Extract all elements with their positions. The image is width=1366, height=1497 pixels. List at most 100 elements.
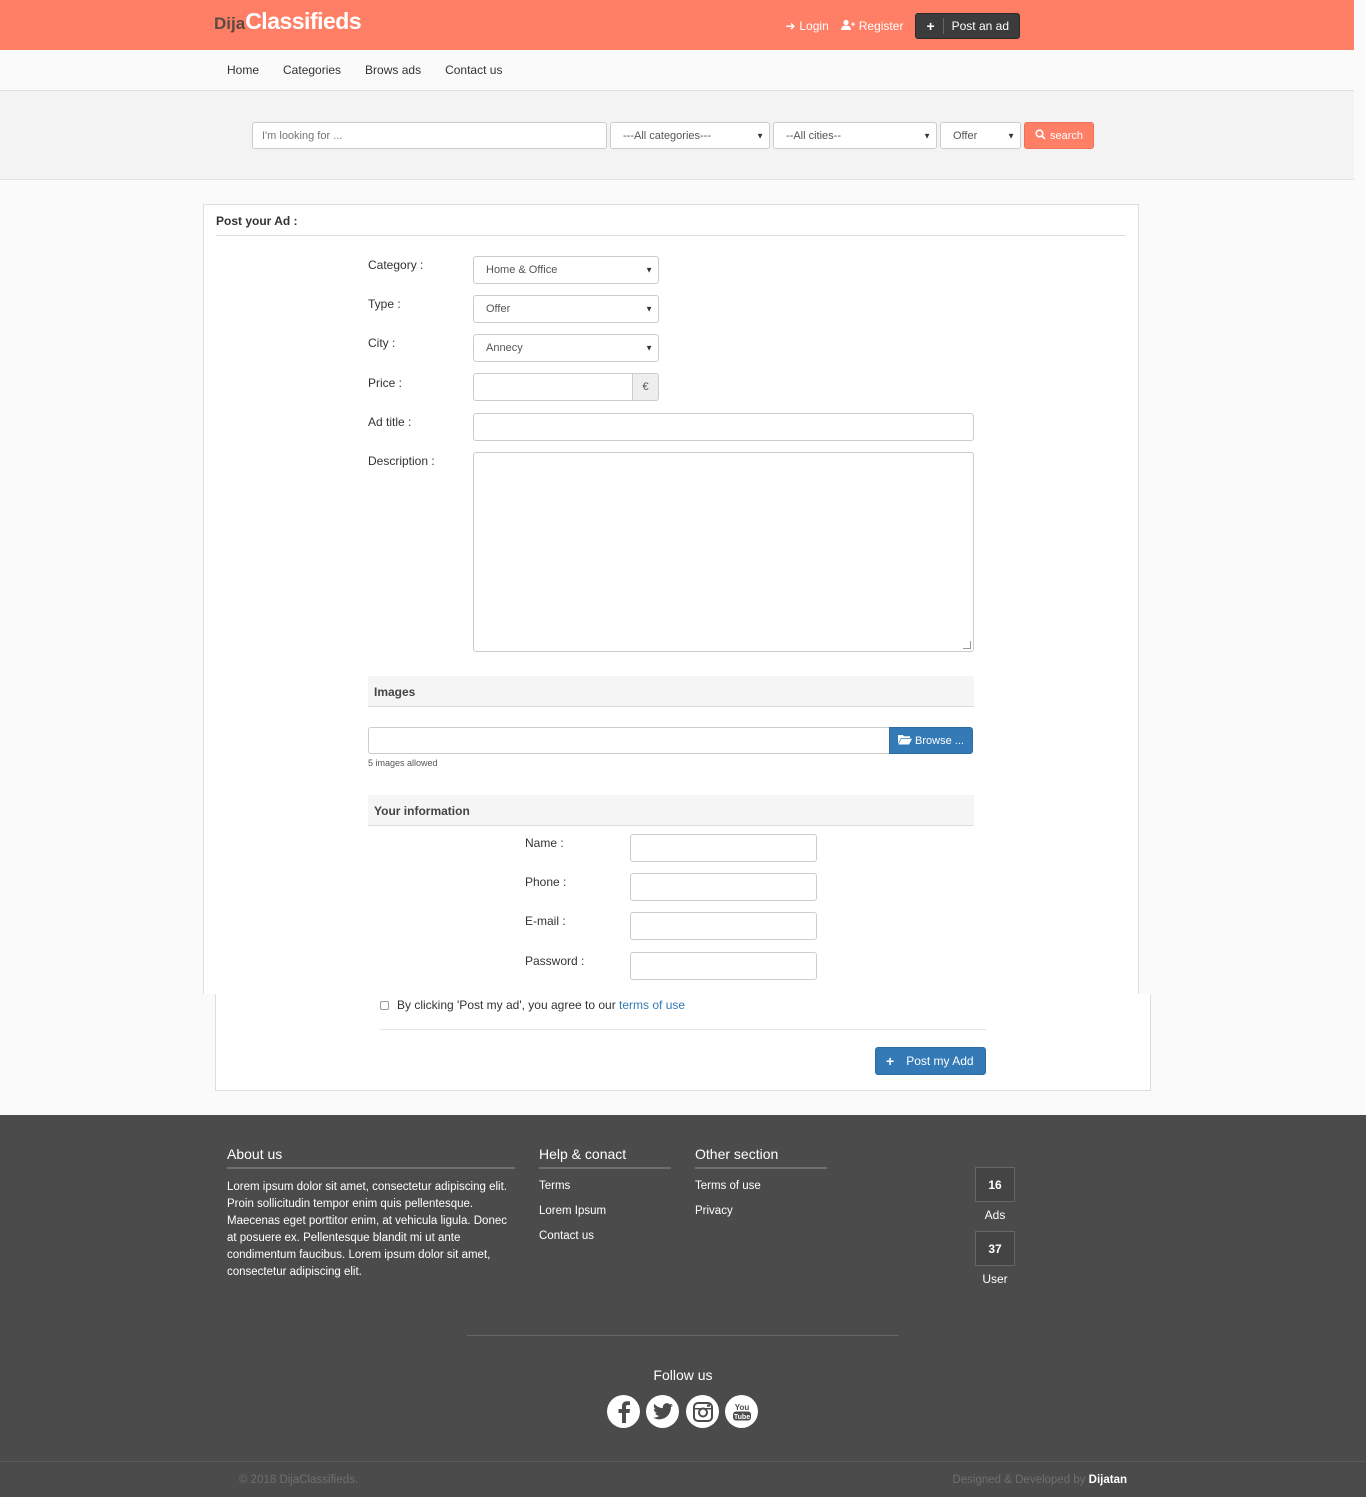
browse-label: Browse ... [915, 734, 964, 747]
chevron-down-icon: ▼ [1007, 131, 1015, 140]
search-icon [1035, 128, 1046, 143]
ad-title-input[interactable] [473, 413, 974, 441]
about-text: Lorem ipsum dolor sit amet, consectetur … [227, 1181, 507, 1278]
resize-handle-icon[interactable] [963, 641, 971, 649]
chevron-down-icon: ▼ [645, 265, 653, 275]
divider [380, 1029, 986, 1030]
nav-home[interactable]: Home [215, 63, 271, 77]
email-input[interactable] [630, 912, 817, 940]
twitter-icon[interactable] [646, 1395, 679, 1428]
panel-title: Post your Ad : [216, 214, 298, 228]
city-filter-select[interactable]: --All cities-- ▼ [773, 122, 937, 149]
post-ad-button[interactable]: + Post an ad [915, 13, 1020, 39]
post-my-add-label: Post my Add [906, 1054, 974, 1068]
type-filter-value: Offer [953, 129, 978, 142]
type-select-value: Offer [486, 303, 511, 315]
category-filter-select[interactable]: ---All categories--- ▼ [610, 122, 770, 149]
name-input[interactable] [630, 834, 817, 862]
nav-contact-us[interactable]: Contact us [433, 63, 514, 77]
chevron-down-icon: ▼ [645, 304, 653, 314]
search-button[interactable]: search [1024, 122, 1095, 149]
follow-us-heading: Follow us [653, 1367, 713, 1383]
terms-checkbox[interactable] [380, 1000, 389, 1010]
register-label: Register [858, 19, 904, 33]
plus-icon: + [886, 1053, 895, 1069]
browse-button[interactable]: Browse ... [889, 727, 973, 754]
price-input[interactable] [473, 373, 633, 401]
post-ad-label: Post an ad [951, 19, 1009, 33]
designer-link[interactable]: Dijatan [1089, 1474, 1127, 1486]
youtube-icon[interactable]: You Tube [725, 1395, 758, 1428]
agree-text-wrap: By clicking 'Post my ad', you agree to o… [397, 998, 685, 1012]
help-title: Help & conact [539, 1146, 671, 1169]
brand-logo[interactable]: DijaClassifieds [214, 8, 362, 35]
brand-part1: Dija [214, 14, 246, 33]
chevron-down-icon: ▼ [923, 131, 931, 140]
svg-text:You: You [734, 1403, 749, 1412]
type-filter-select[interactable]: Offer ▼ [940, 122, 1021, 149]
images-help-text: 5 images allowed [368, 758, 438, 768]
type-select[interactable]: Offer ▼ [473, 295, 659, 323]
login-link[interactable]: ➜ Login [785, 19, 828, 33]
info-section-header: Your information [368, 795, 974, 826]
users-label: User [982, 1272, 1008, 1286]
plus-icon: + [926, 18, 944, 34]
footer-link-terms[interactable]: Terms [539, 1180, 570, 1192]
category-select-value: Home & Office [486, 264, 558, 276]
svg-text:Tube: Tube [733, 1414, 749, 1421]
nav-categories[interactable]: Categories [271, 63, 353, 77]
description-label: Description : [368, 454, 435, 468]
password-input[interactable] [630, 952, 817, 980]
top-header: DijaClassifieds ➜ Login Register + Post … [0, 0, 1354, 50]
search-band: ---All categories--- ▼ --All cities-- ▼ … [0, 91, 1354, 180]
other-title: Other section [695, 1146, 827, 1169]
search-form: ---All categories--- ▼ --All cities-- ▼ … [252, 122, 1095, 149]
ads-count-badge: 16 [975, 1167, 1015, 1202]
description-textarea[interactable] [473, 452, 974, 652]
sign-in-icon: ➜ [785, 19, 796, 33]
city-filter-value: --All cities-- [786, 129, 841, 142]
login-label: Login [799, 19, 829, 33]
users-count-badge: 37 [975, 1231, 1015, 1266]
footer-link-lorem-ipsum[interactable]: Lorem Ipsum [539, 1205, 606, 1217]
password-label: Password : [525, 954, 585, 968]
chevron-down-icon: ▼ [645, 343, 653, 353]
header-actions: ➜ Login Register + Post an ad [785, 13, 1020, 39]
category-select[interactable]: Home & Office ▼ [473, 256, 659, 284]
chevron-down-icon: ▼ [756, 131, 764, 140]
category-filter-value: ---All categories--- [623, 129, 712, 142]
ads-label: Ads [984, 1208, 1006, 1222]
register-link[interactable]: Register [840, 19, 904, 34]
about-title: About us [227, 1146, 515, 1169]
footer-link-contact-us[interactable]: Contact us [539, 1230, 594, 1242]
folder-open-icon [898, 734, 913, 748]
designed-by: Designed & Developed by Dijatan [952, 1474, 1127, 1486]
divider [467, 1335, 899, 1336]
terms-agreement: By clicking 'Post my ad', you agree to o… [380, 998, 685, 1012]
agree-text: By clicking 'Post my ad', you agree to o… [397, 998, 616, 1012]
email-label: E-mail : [525, 914, 566, 928]
copyright-text: © 2018 DijaClassifieds. [239, 1474, 359, 1486]
footer-link-terms-of-use[interactable]: Terms of use [695, 1180, 761, 1192]
phone-input[interactable] [630, 873, 817, 901]
search-input[interactable] [252, 122, 607, 149]
price-label: Price : [368, 376, 403, 390]
footer [0, 1115, 1366, 1461]
post-my-add-button[interactable]: + Post my Add [875, 1047, 986, 1075]
type-label: Type : [368, 297, 401, 311]
city-select[interactable]: Annecy ▼ [473, 334, 659, 362]
currency-addon: € [632, 373, 659, 401]
facebook-icon[interactable] [607, 1395, 640, 1428]
images-section-header: Images [368, 676, 974, 707]
image-file-input[interactable] [368, 727, 889, 754]
instagram-icon[interactable] [686, 1395, 719, 1428]
user-plus-icon [840, 19, 855, 34]
nav-brows-ads[interactable]: Brows ads [353, 63, 433, 77]
ad-title-label: Ad title : [368, 415, 412, 429]
terms-of-use-link[interactable]: terms of use [619, 998, 685, 1012]
search-button-label: search [1050, 129, 1084, 142]
brand-part2: Classifieds [245, 8, 362, 34]
city-label: City : [368, 336, 396, 350]
footer-link-privacy[interactable]: Privacy [695, 1205, 733, 1217]
copyright-bar [0, 1461, 1366, 1497]
